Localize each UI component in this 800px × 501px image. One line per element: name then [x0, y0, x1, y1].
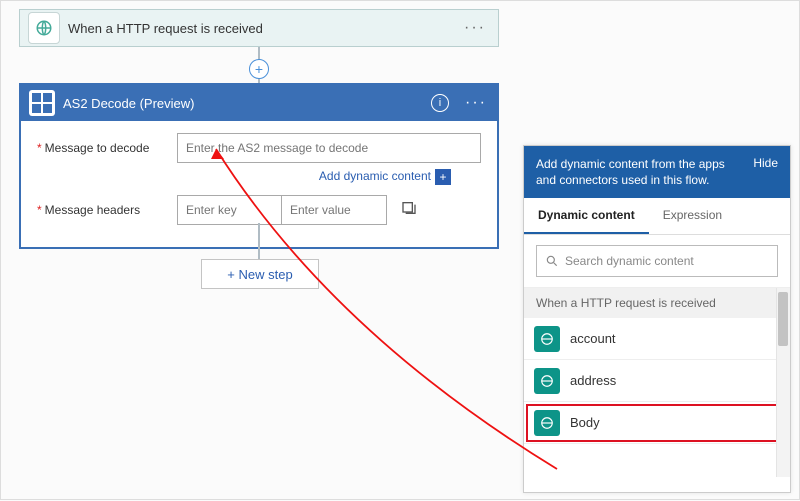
token-address[interactable]: address — [524, 360, 790, 402]
token-group-header: When a HTTP request is received — [524, 288, 790, 318]
as2-icon — [29, 90, 55, 116]
header-value-input[interactable] — [282, 195, 387, 225]
info-icon[interactable]: i — [431, 94, 449, 112]
header-key-input[interactable] — [177, 195, 282, 225]
as2-menu-icon[interactable]: ··· — [455, 94, 497, 112]
switch-to-text-mode-icon[interactable] — [401, 200, 417, 220]
hide-link[interactable]: Hide — [745, 156, 778, 170]
message-to-decode-label: *Message to decode — [37, 141, 177, 155]
scrollbar[interactable] — [776, 288, 790, 477]
token-body[interactable]: Body — [524, 402, 790, 444]
as2-header[interactable]: AS2 Decode (Preview) i ··· — [21, 85, 497, 121]
as2-title: AS2 Decode (Preview) — [63, 96, 431, 111]
http-token-icon — [534, 368, 560, 394]
trigger-card[interactable]: When a HTTP request is received ··· — [19, 9, 499, 47]
new-step-button[interactable]: + New step — [201, 259, 319, 289]
token-account[interactable]: account — [524, 318, 790, 360]
trigger-title: When a HTTP request is received — [68, 21, 452, 36]
http-request-icon — [28, 12, 60, 44]
search-icon — [545, 254, 559, 268]
search-dynamic-content-input[interactable]: Search dynamic content — [536, 245, 778, 277]
message-to-decode-input[interactable] — [177, 133, 481, 163]
add-dynamic-content-link[interactable]: Add dynamic content+ — [319, 169, 451, 183]
connector-line — [258, 223, 260, 261]
http-token-icon — [534, 326, 560, 352]
token-list: When a HTTP request is received account … — [524, 287, 790, 477]
trigger-menu-icon[interactable]: ··· — [452, 19, 498, 37]
dyn-tabs: Dynamic content Expression — [524, 198, 790, 235]
add-step-button[interactable]: + — [249, 59, 269, 79]
dyn-panel-header: Add dynamic content from the apps and co… — [524, 146, 790, 198]
dynamic-content-panel: Add dynamic content from the apps and co… — [523, 145, 791, 493]
tab-dynamic-content[interactable]: Dynamic content — [524, 198, 649, 234]
http-token-icon — [534, 410, 560, 436]
tab-expression[interactable]: Expression — [649, 198, 736, 234]
message-headers-label: *Message headers — [37, 203, 177, 217]
